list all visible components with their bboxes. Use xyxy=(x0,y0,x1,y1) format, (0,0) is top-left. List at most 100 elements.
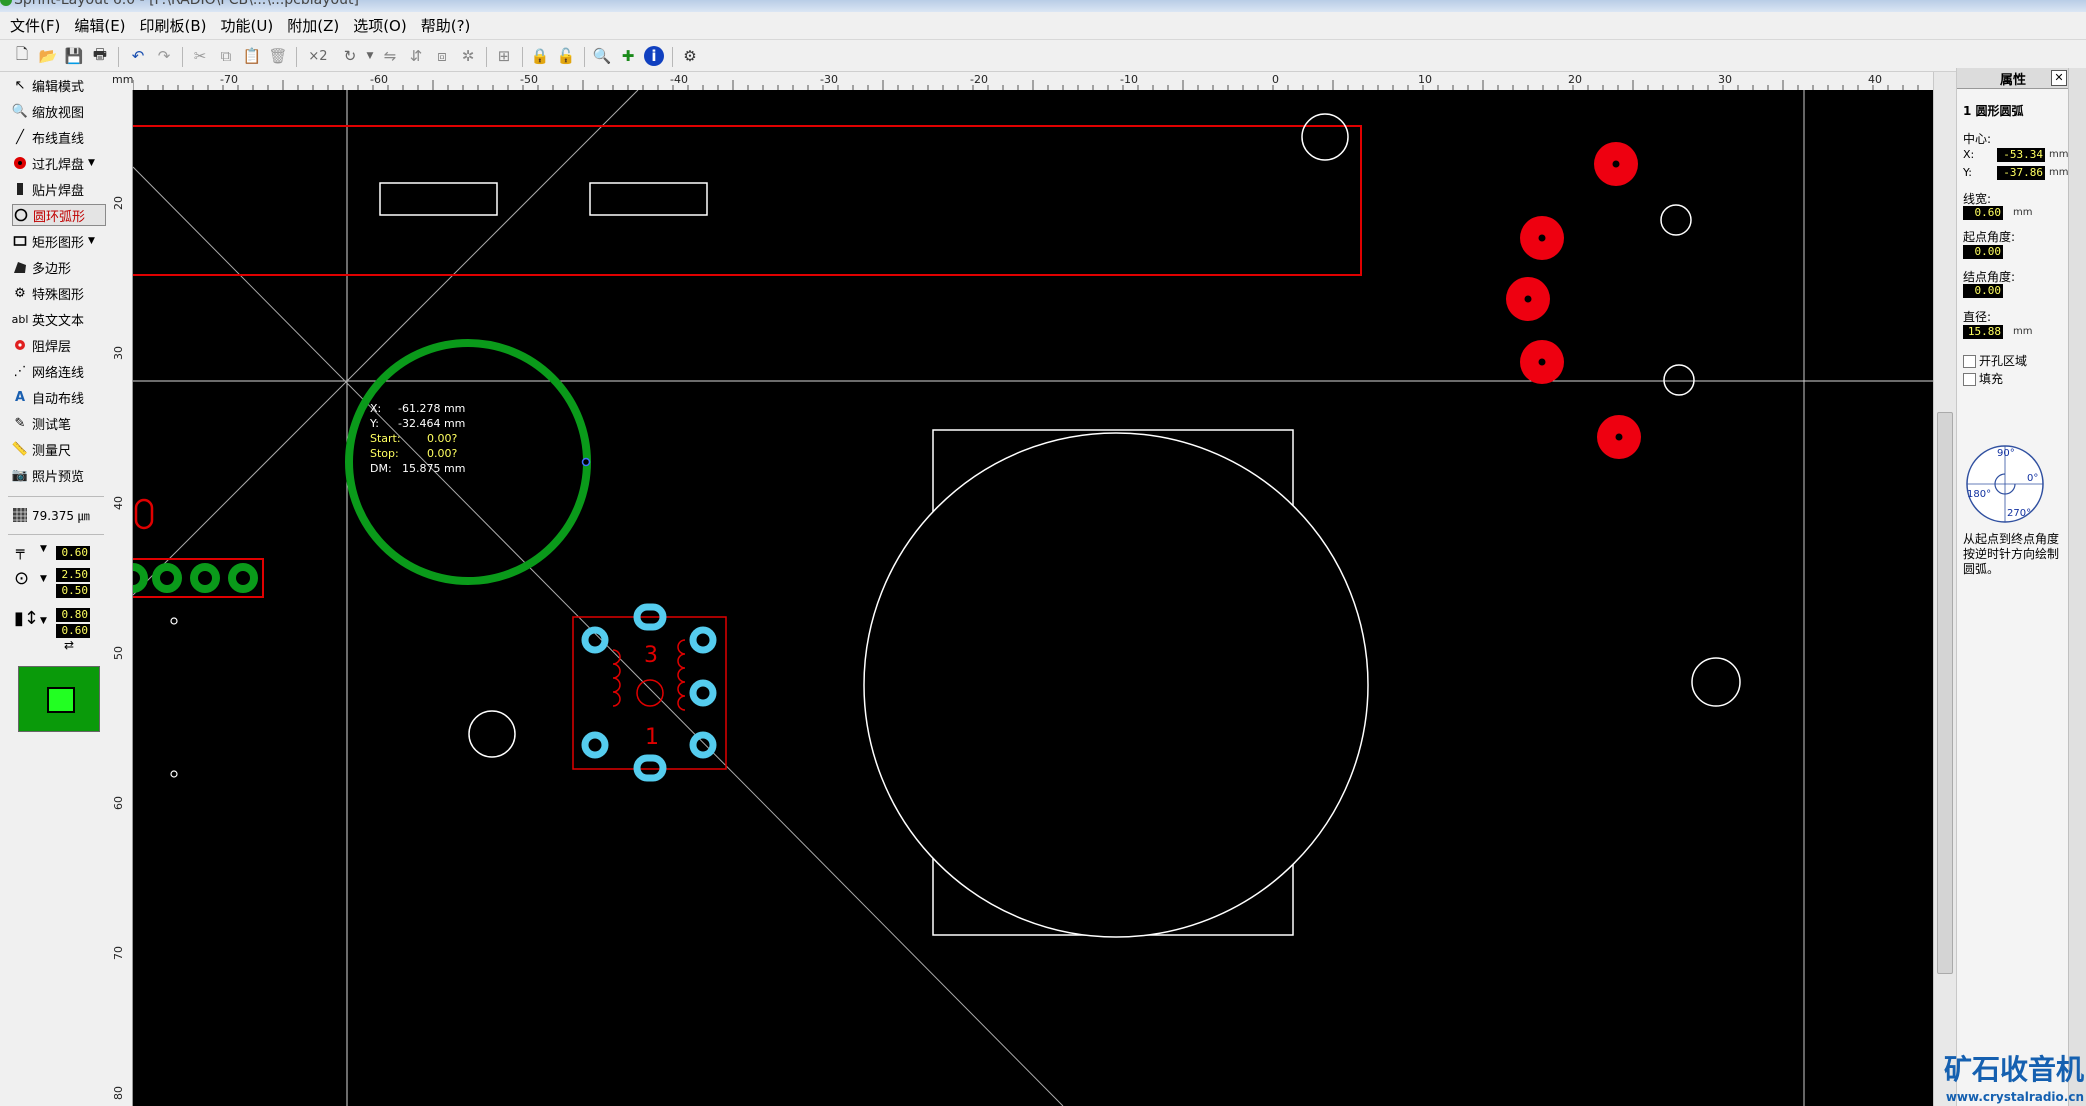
rotate-dropdown-icon[interactable]: ▼ xyxy=(360,46,380,66)
pcb-canvas[interactable]: X: -61.278 mm Y: -32.464 mm Start: 0.00?… xyxy=(133,90,1933,1106)
menu-bar: 文件(F) 编辑(E) 印刷板(B) 功能(U) 附加(Z) 选项(O) 帮助(… xyxy=(0,12,2086,40)
diameter-label: 直径: xyxy=(1963,310,1992,324)
tool-ruler[interactable]: 📏 测量尺 xyxy=(12,438,106,460)
silk-circle[interactable] xyxy=(1301,113,1349,161)
ungroup-icon[interactable]: ✲ xyxy=(458,46,478,66)
unlock-icon[interactable]: 🔓 xyxy=(556,46,576,66)
diameter-input[interactable]: 15.88 xyxy=(1963,325,2003,339)
line-width-input[interactable]: 0.60 xyxy=(1963,206,2003,220)
track-width-value[interactable]: 0.60 xyxy=(56,546,90,560)
print-icon[interactable]: 🖶 xyxy=(90,45,110,66)
zoom-search-icon[interactable]: 🔍 xyxy=(592,46,612,66)
end-angle-input[interactable]: 0.00 xyxy=(1963,284,2003,298)
mirror-horizontal-icon[interactable]: ⇋ xyxy=(380,46,400,66)
red-pads[interactable] xyxy=(1506,142,1641,459)
rotate-icon[interactable]: ↻ xyxy=(340,46,360,66)
tool-rectangle[interactable]: 矩形图形 ▼ xyxy=(12,230,106,252)
angle-diagram: 90° 0° 180° 270° xyxy=(1966,445,2044,523)
smd-width-value[interactable]: 0.80 xyxy=(56,608,90,622)
cutout-checkbox[interactable] xyxy=(1963,355,1976,368)
tool-polygon[interactable]: 多边形 xyxy=(12,256,106,278)
smd-size-dropdown-icon[interactable]: ▼ xyxy=(40,616,47,626)
group-icon[interactable]: ⧈ xyxy=(432,46,452,66)
menu-functions[interactable]: 功能(U) xyxy=(221,15,274,36)
open-file-icon[interactable]: 📂 xyxy=(38,46,58,66)
pad-size-dropdown-icon[interactable]: ▼ xyxy=(40,574,47,584)
menu-options[interactable]: 选项(O) xyxy=(353,15,407,36)
tool-panel: ↖ 编辑模式 🔍 缩放视图 ╱ 布线直线 过孔焊盘 ▼ 贴片焊盘 圆环弧形 矩形图形 ▼ … xyxy=(0,72,111,1106)
tool-smd-pad[interactable]: 贴片焊盘 xyxy=(12,178,106,200)
track-width-icon: ╤ xyxy=(16,544,25,560)
dropdown-arrow-icon[interactable]: ▼ xyxy=(88,158,95,168)
cursor-icon: ↖ xyxy=(14,77,26,93)
redo-icon[interactable]: ↷ xyxy=(154,46,174,66)
grid-setting[interactable]: 79.375 ㎛ xyxy=(12,504,106,526)
swap-icon[interactable]: ⇄ xyxy=(64,638,74,652)
silk-circle[interactable] xyxy=(468,710,516,758)
silk-rect[interactable] xyxy=(589,182,708,216)
center-x-input[interactable]: -53.34 xyxy=(1997,148,2045,162)
silk-rect[interactable] xyxy=(379,182,498,216)
dropdown-arrow-icon[interactable]: ▼ xyxy=(88,236,95,246)
smd-height-value[interactable]: 0.60 xyxy=(56,624,90,638)
silk-circle[interactable] xyxy=(1663,364,1695,396)
test-pen-icon: ✎ xyxy=(14,415,26,431)
tool-via-pad[interactable]: 过孔焊盘 ▼ xyxy=(12,152,106,174)
track-width-dropdown-icon[interactable]: ▼ xyxy=(40,544,47,554)
tool-solder-mask[interactable]: 阻焊层 xyxy=(12,334,106,356)
tool-autoroute[interactable]: A 自动布线 xyxy=(12,386,106,408)
tool-edit-mode[interactable]: ↖ 编辑模式 xyxy=(12,74,106,96)
menu-edit[interactable]: 编辑(E) xyxy=(74,15,125,36)
undo-icon[interactable]: ↶ xyxy=(128,46,148,66)
center-y-input[interactable]: -37.86 xyxy=(1997,166,2045,180)
tool-track[interactable]: ╱ 布线直线 xyxy=(12,126,106,148)
pad-row[interactable] xyxy=(133,563,258,593)
tool-zoom[interactable]: 🔍 缩放视图 xyxy=(12,100,106,122)
menu-extras[interactable]: 附加(Z) xyxy=(287,15,339,36)
vertical-scrollbar[interactable] xyxy=(1933,72,1956,1106)
start-angle-input[interactable]: 0.00 xyxy=(1963,245,2003,259)
cut-icon[interactable]: ✂ xyxy=(190,46,210,66)
crosshair-icon[interactable]: ✚ xyxy=(618,46,638,66)
component-footprint[interactable]: 3 1 xyxy=(572,603,727,782)
tool-photo-preview[interactable]: 📷 照片预览 xyxy=(12,464,106,486)
mount-hole[interactable] xyxy=(170,770,178,778)
duplicate-button[interactable]: ×2 xyxy=(304,46,332,66)
new-file-icon[interactable]: 🗋 xyxy=(12,45,32,66)
info-icon[interactable]: i xyxy=(644,46,664,66)
close-icon[interactable]: ✕ xyxy=(2051,70,2067,86)
mirror-vertical-icon[interactable]: ⇵ xyxy=(406,46,426,66)
settings-gear-icon[interactable]: ⚙ xyxy=(680,46,700,66)
ruler-icon: 📏 xyxy=(11,441,29,457)
smd-size-icon: ▮↕ xyxy=(14,608,39,629)
tool-net[interactable]: ⋰ 网络连线 xyxy=(12,360,106,382)
delete-icon[interactable]: 🗑 xyxy=(268,46,288,66)
tool-text[interactable]: abl 英文文本 xyxy=(12,308,106,330)
menu-board[interactable]: 印刷板(B) xyxy=(140,15,207,36)
silk-circle[interactable] xyxy=(1691,657,1741,707)
save-icon[interactable]: 💾 xyxy=(64,46,84,66)
silk-circle-large[interactable] xyxy=(863,432,1369,938)
menu-file[interactable]: 文件(F) xyxy=(10,15,60,36)
zoom-icon: 🔍 xyxy=(11,103,29,119)
tool-test-pen[interactable]: ✎ 测试笔 xyxy=(12,412,106,434)
oval-pad[interactable] xyxy=(134,498,154,530)
lock-icon[interactable]: 🔒 xyxy=(530,46,550,66)
arc-handle[interactable] xyxy=(581,457,591,467)
fill-checkbox[interactable] xyxy=(1963,373,1976,386)
menu-help[interactable]: 帮助(?) xyxy=(421,15,471,36)
pcb-drawing[interactable]: X: -61.278 mm Y: -32.464 mm Start: 0.00?… xyxy=(133,90,1933,1106)
paste-icon[interactable]: 📋 xyxy=(242,46,262,66)
ruler-top-label: 40 xyxy=(1868,73,1882,86)
pad-inner-value[interactable]: 0.50 xyxy=(56,584,90,598)
tool-special-shape[interactable]: ⚙ 特殊图形 xyxy=(12,282,106,304)
align-icon[interactable]: ⊞ xyxy=(494,46,514,66)
silk-circle[interactable] xyxy=(1660,204,1692,236)
pad-outer-value[interactable]: 2.50 xyxy=(56,568,90,582)
layer-color-preview[interactable] xyxy=(18,666,100,732)
scrollbar-thumb[interactable] xyxy=(1937,412,1953,974)
mount-hole[interactable] xyxy=(170,617,178,625)
copy-icon[interactable]: ⧉ xyxy=(216,46,236,66)
copper-outline-rect[interactable] xyxy=(133,125,1362,276)
tool-circle[interactable]: 圆环弧形 xyxy=(12,204,106,226)
